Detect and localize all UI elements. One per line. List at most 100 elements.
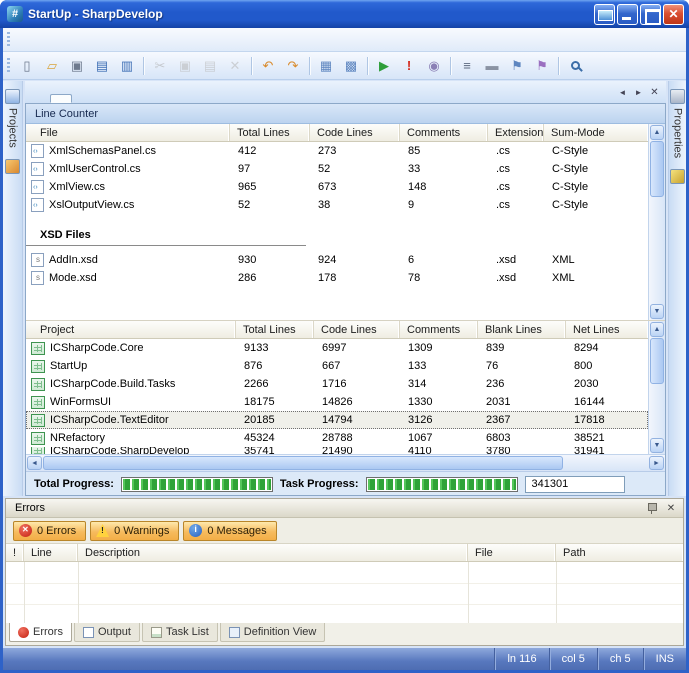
menu-item[interactable] [78, 36, 94, 44]
menu-item[interactable] [158, 36, 174, 44]
column-header[interactable]: Description [78, 544, 468, 561]
cut-button[interactable]: ✂ [148, 55, 172, 77]
open-file-button[interactable]: ▱ [40, 55, 64, 77]
resources-dock-icon[interactable] [5, 159, 20, 174]
menu-item[interactable] [62, 36, 78, 44]
file-table-scrollbar[interactable]: ▲ ▼ [648, 124, 665, 320]
column-header[interactable]: Sum-Mode [544, 124, 648, 141]
list-button[interactable]: ≡ [455, 55, 479, 77]
scroll-down-button[interactable]: ▼ [650, 304, 664, 319]
file-table-row[interactable]: Mode.xsd 286 178 78 .xsd XML [26, 269, 648, 287]
file-table-row[interactable]: XmlSchemasPanel.cs 412 273 85 .cs C-Styl… [26, 142, 648, 160]
column-header[interactable]: File [468, 544, 556, 561]
file-table-row[interactable]: XslOutputView.cs 52 38 9 .cs C-Style [26, 196, 648, 214]
errors-filter-button[interactable]: 0 Warnings [90, 521, 179, 541]
column-header[interactable]: Comments [400, 321, 478, 338]
menu-item[interactable] [94, 36, 110, 44]
scroll-left-button[interactable]: ◄ [27, 456, 42, 470]
search-button[interactable] [563, 55, 587, 77]
assembly-view-button[interactable]: ▩ [339, 55, 363, 77]
comment-button[interactable]: ▬ [480, 55, 504, 77]
document-tab[interactable] [28, 94, 50, 103]
tab-close-button[interactable]: ✕ [648, 86, 661, 99]
bookmark-next-button[interactable]: ⚑ [530, 55, 554, 77]
record-button[interactable]: ◉ [422, 55, 446, 77]
redo-button[interactable]: ↷ [281, 55, 305, 77]
column-header[interactable]: Path [556, 544, 683, 561]
run-button[interactable]: ▶ [372, 55, 396, 77]
scroll-up-button[interactable]: ▲ [650, 322, 664, 337]
project-table-row[interactable]: ICSharpCode.Core 9133 6997 1309 839 8294 [26, 339, 648, 357]
line-count-value[interactable]: 341301 [525, 476, 625, 493]
menu-item[interactable] [126, 36, 142, 44]
title-bar[interactable]: # StartUp - SharpDevelop ✕ [0, 0, 689, 28]
column-header[interactable]: Comments [400, 124, 488, 141]
errors-panel-header[interactable]: Errors ✕ [6, 499, 683, 518]
file-table-row[interactable]: XmlUserControl.cs 97 52 33 .cs C-Style [26, 160, 648, 178]
maximize-button[interactable] [640, 4, 661, 25]
file-table-row[interactable]: XmlView.cs 965 673 148 .cs C-Style [26, 178, 648, 196]
project-table-scrollbar[interactable]: ▲ ▼ [648, 321, 665, 454]
errors-filter-button[interactable]: 0 Errors [13, 521, 86, 541]
project-table-row[interactable]: ICSharpCode.SharpDevelop 35741 21490 411… [26, 447, 648, 454]
errors-grid-body[interactable] [6, 562, 683, 623]
column-header[interactable]: Line [24, 544, 78, 561]
errors-close-icon[interactable]: ✕ [664, 501, 678, 515]
scroll-up-button[interactable]: ▲ [650, 125, 664, 140]
project-table-row[interactable]: NRefactory 45324 28788 1067 6803 38521 [26, 429, 648, 447]
column-header[interactable]: Project [26, 321, 236, 338]
column-header[interactable]: Blank Lines [478, 321, 566, 338]
stop-button[interactable]: ! [397, 55, 421, 77]
menu-item[interactable] [110, 36, 126, 44]
scroll-down-button[interactable]: ▼ [650, 438, 664, 453]
undo-button[interactable]: ↶ [256, 55, 280, 77]
panel-tab[interactable]: Errors [9, 623, 72, 642]
panel-tab[interactable]: Definition View [220, 623, 326, 642]
projects-dock-tab[interactable]: Projects [5, 86, 20, 153]
column-header[interactable]: Code Lines [314, 321, 400, 338]
panel-tab[interactable]: Output [74, 623, 140, 642]
project-table-row[interactable]: WinFormsUI 18175 14826 1330 2031 16144 [26, 393, 648, 411]
close-button[interactable]: ✕ [663, 4, 684, 25]
menu-item[interactable] [46, 36, 62, 44]
tab-scroll-right-button[interactable]: ► [632, 86, 645, 99]
properties-dock-tab[interactable]: Properties [670, 86, 685, 163]
menu-grip[interactable] [7, 32, 10, 48]
copy-button[interactable]: ▣ [173, 55, 197, 77]
scrollbar-thumb[interactable] [650, 338, 664, 384]
tools-dock-icon[interactable] [670, 169, 685, 184]
column-header[interactable]: Net Lines [566, 321, 648, 338]
open-project-button[interactable]: ▣ [65, 55, 89, 77]
new-file-button[interactable]: ▯ [15, 55, 39, 77]
paste-button[interactable]: ▤ [198, 55, 222, 77]
panel-tab[interactable]: Task List [142, 623, 218, 642]
scrollbar-thumb[interactable] [650, 141, 664, 197]
toolbar-grip[interactable] [7, 58, 10, 74]
column-header[interactable]: ! [6, 544, 24, 561]
column-header[interactable]: File [26, 124, 230, 141]
pin-icon[interactable] [647, 502, 657, 515]
document-tab[interactable] [50, 94, 72, 103]
class-view-button[interactable]: ▦ [314, 55, 338, 77]
minimize-button[interactable] [617, 4, 638, 25]
column-header[interactable]: Total Lines [236, 321, 314, 338]
menu-item[interactable] [14, 36, 30, 44]
save-all-button[interactable]: ▥ [115, 55, 139, 77]
save-file-button[interactable]: ▤ [90, 55, 114, 77]
file-table-row[interactable]: AddIn.xsd 930 924 6 .xsd XML [26, 251, 648, 269]
menu-item[interactable] [30, 36, 46, 44]
project-table-row[interactable]: StartUp 876 667 133 76 800 [26, 357, 648, 375]
delete-button[interactable]: ✕ [223, 55, 247, 77]
scroll-right-button[interactable]: ► [649, 456, 664, 470]
horizontal-scrollbar[interactable]: ◄ ► [26, 454, 665, 471]
bookmark-button[interactable]: ⚑ [505, 55, 529, 77]
column-header[interactable]: Code Lines [310, 124, 400, 141]
project-table-row[interactable]: ICSharpCode.TextEditor 20185 14794 3126 … [26, 411, 648, 429]
scrollbar-thumb[interactable] [43, 456, 563, 470]
column-header[interactable]: Extension [488, 124, 544, 141]
errors-filter-button[interactable]: 0 Messages [183, 521, 276, 541]
menu-item[interactable] [142, 36, 158, 44]
tab-scroll-left-button[interactable]: ◄ [616, 86, 629, 99]
column-header[interactable]: Total Lines [230, 124, 310, 141]
project-table-row[interactable]: ICSharpCode.Build.Tasks 2266 1716 314 23… [26, 375, 648, 393]
